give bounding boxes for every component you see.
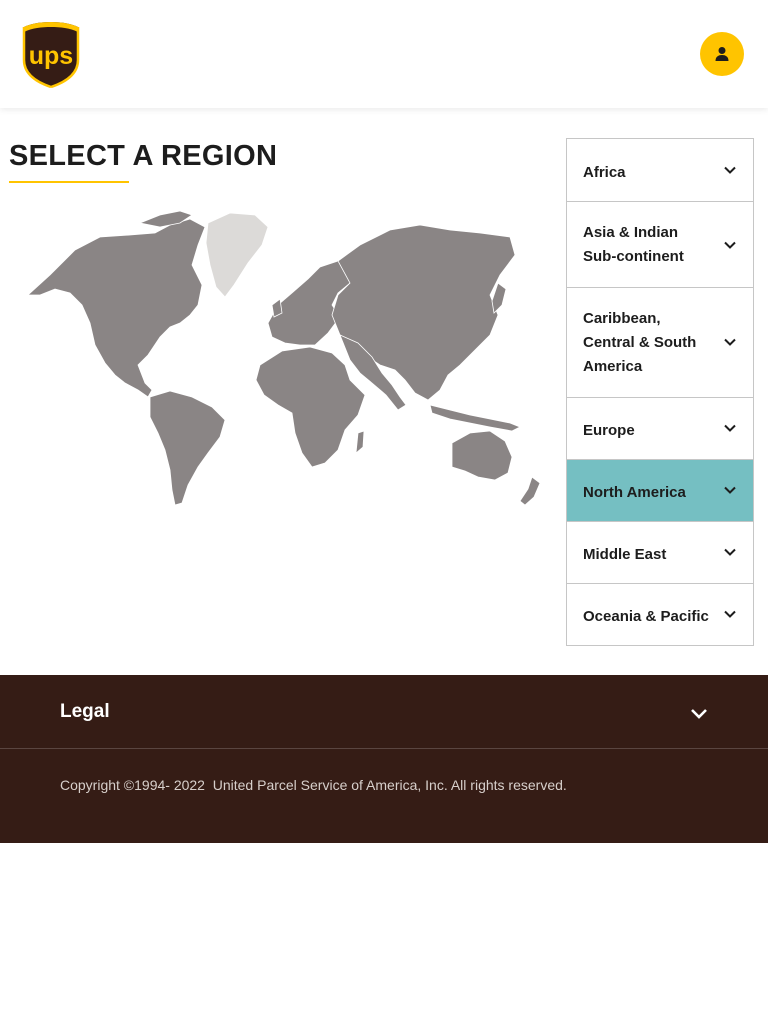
- page-title: SELECT A REGION: [9, 140, 278, 172]
- map-region-indonesia: [429, 404, 521, 432]
- region-item-caribbean[interactable]: Caribbean, Central & South America: [567, 288, 753, 398]
- region-item-north-america[interactable]: North America: [567, 460, 753, 522]
- region-item-middle-east[interactable]: Middle East: [567, 522, 753, 584]
- title-underline: [9, 181, 129, 183]
- region-label: North America: [583, 483, 686, 501]
- chevron-down-icon: [724, 548, 736, 556]
- chevron-down-icon: [691, 709, 707, 719]
- map-region-new-zealand: [519, 476, 541, 506]
- region-label: Europe: [583, 421, 635, 439]
- region-label: Caribbean, Central & South America: [583, 309, 697, 375]
- chevron-down-icon: [724, 241, 736, 249]
- site-footer: Legal Copyright ©1994- 2022 United Parce…: [0, 675, 768, 843]
- chevron-down-icon: [724, 610, 736, 618]
- svg-text:ups: ups: [29, 42, 73, 70]
- region-item-europe[interactable]: Europe: [567, 398, 753, 460]
- chevron-down-icon: [724, 486, 736, 494]
- region-item-asia[interactable]: Asia & Indian Sub-continent: [567, 202, 753, 288]
- map-region-australia: [451, 430, 513, 481]
- copyright-text: Copyright ©1994- 2022 United Parcel Serv…: [60, 777, 567, 793]
- world-map[interactable]: [20, 205, 565, 515]
- region-label: Asia & Indian Sub-continent: [583, 223, 684, 265]
- map-region-africa: [255, 346, 366, 468]
- chevron-down-icon: [724, 338, 736, 346]
- site-header: ups: [0, 0, 768, 108]
- legal-accordion[interactable]: Legal: [0, 675, 768, 749]
- region-list: Africa Asia & Indian Sub-continent Carib…: [566, 138, 754, 646]
- chevron-down-icon: [724, 166, 736, 174]
- user-icon: [715, 47, 729, 61]
- region-label: Africa: [583, 164, 626, 181]
- region-item-africa[interactable]: Africa: [567, 139, 753, 202]
- map-region-madagascar: [355, 430, 365, 454]
- map-region-south-america: [149, 390, 226, 506]
- chevron-down-icon: [724, 424, 736, 432]
- region-item-oceania[interactable]: Oceania & Pacific: [567, 584, 753, 646]
- region-label: Oceania & Pacific: [583, 607, 709, 625]
- map-region-north-america: [26, 218, 206, 398]
- map-region-asia: [331, 224, 516, 401]
- map-region-greenland: [205, 212, 269, 298]
- legal-label: Legal: [60, 701, 110, 722]
- account-button[interactable]: [700, 32, 744, 76]
- ups-logo[interactable]: ups: [22, 20, 80, 88]
- region-label: Middle East: [583, 545, 667, 563]
